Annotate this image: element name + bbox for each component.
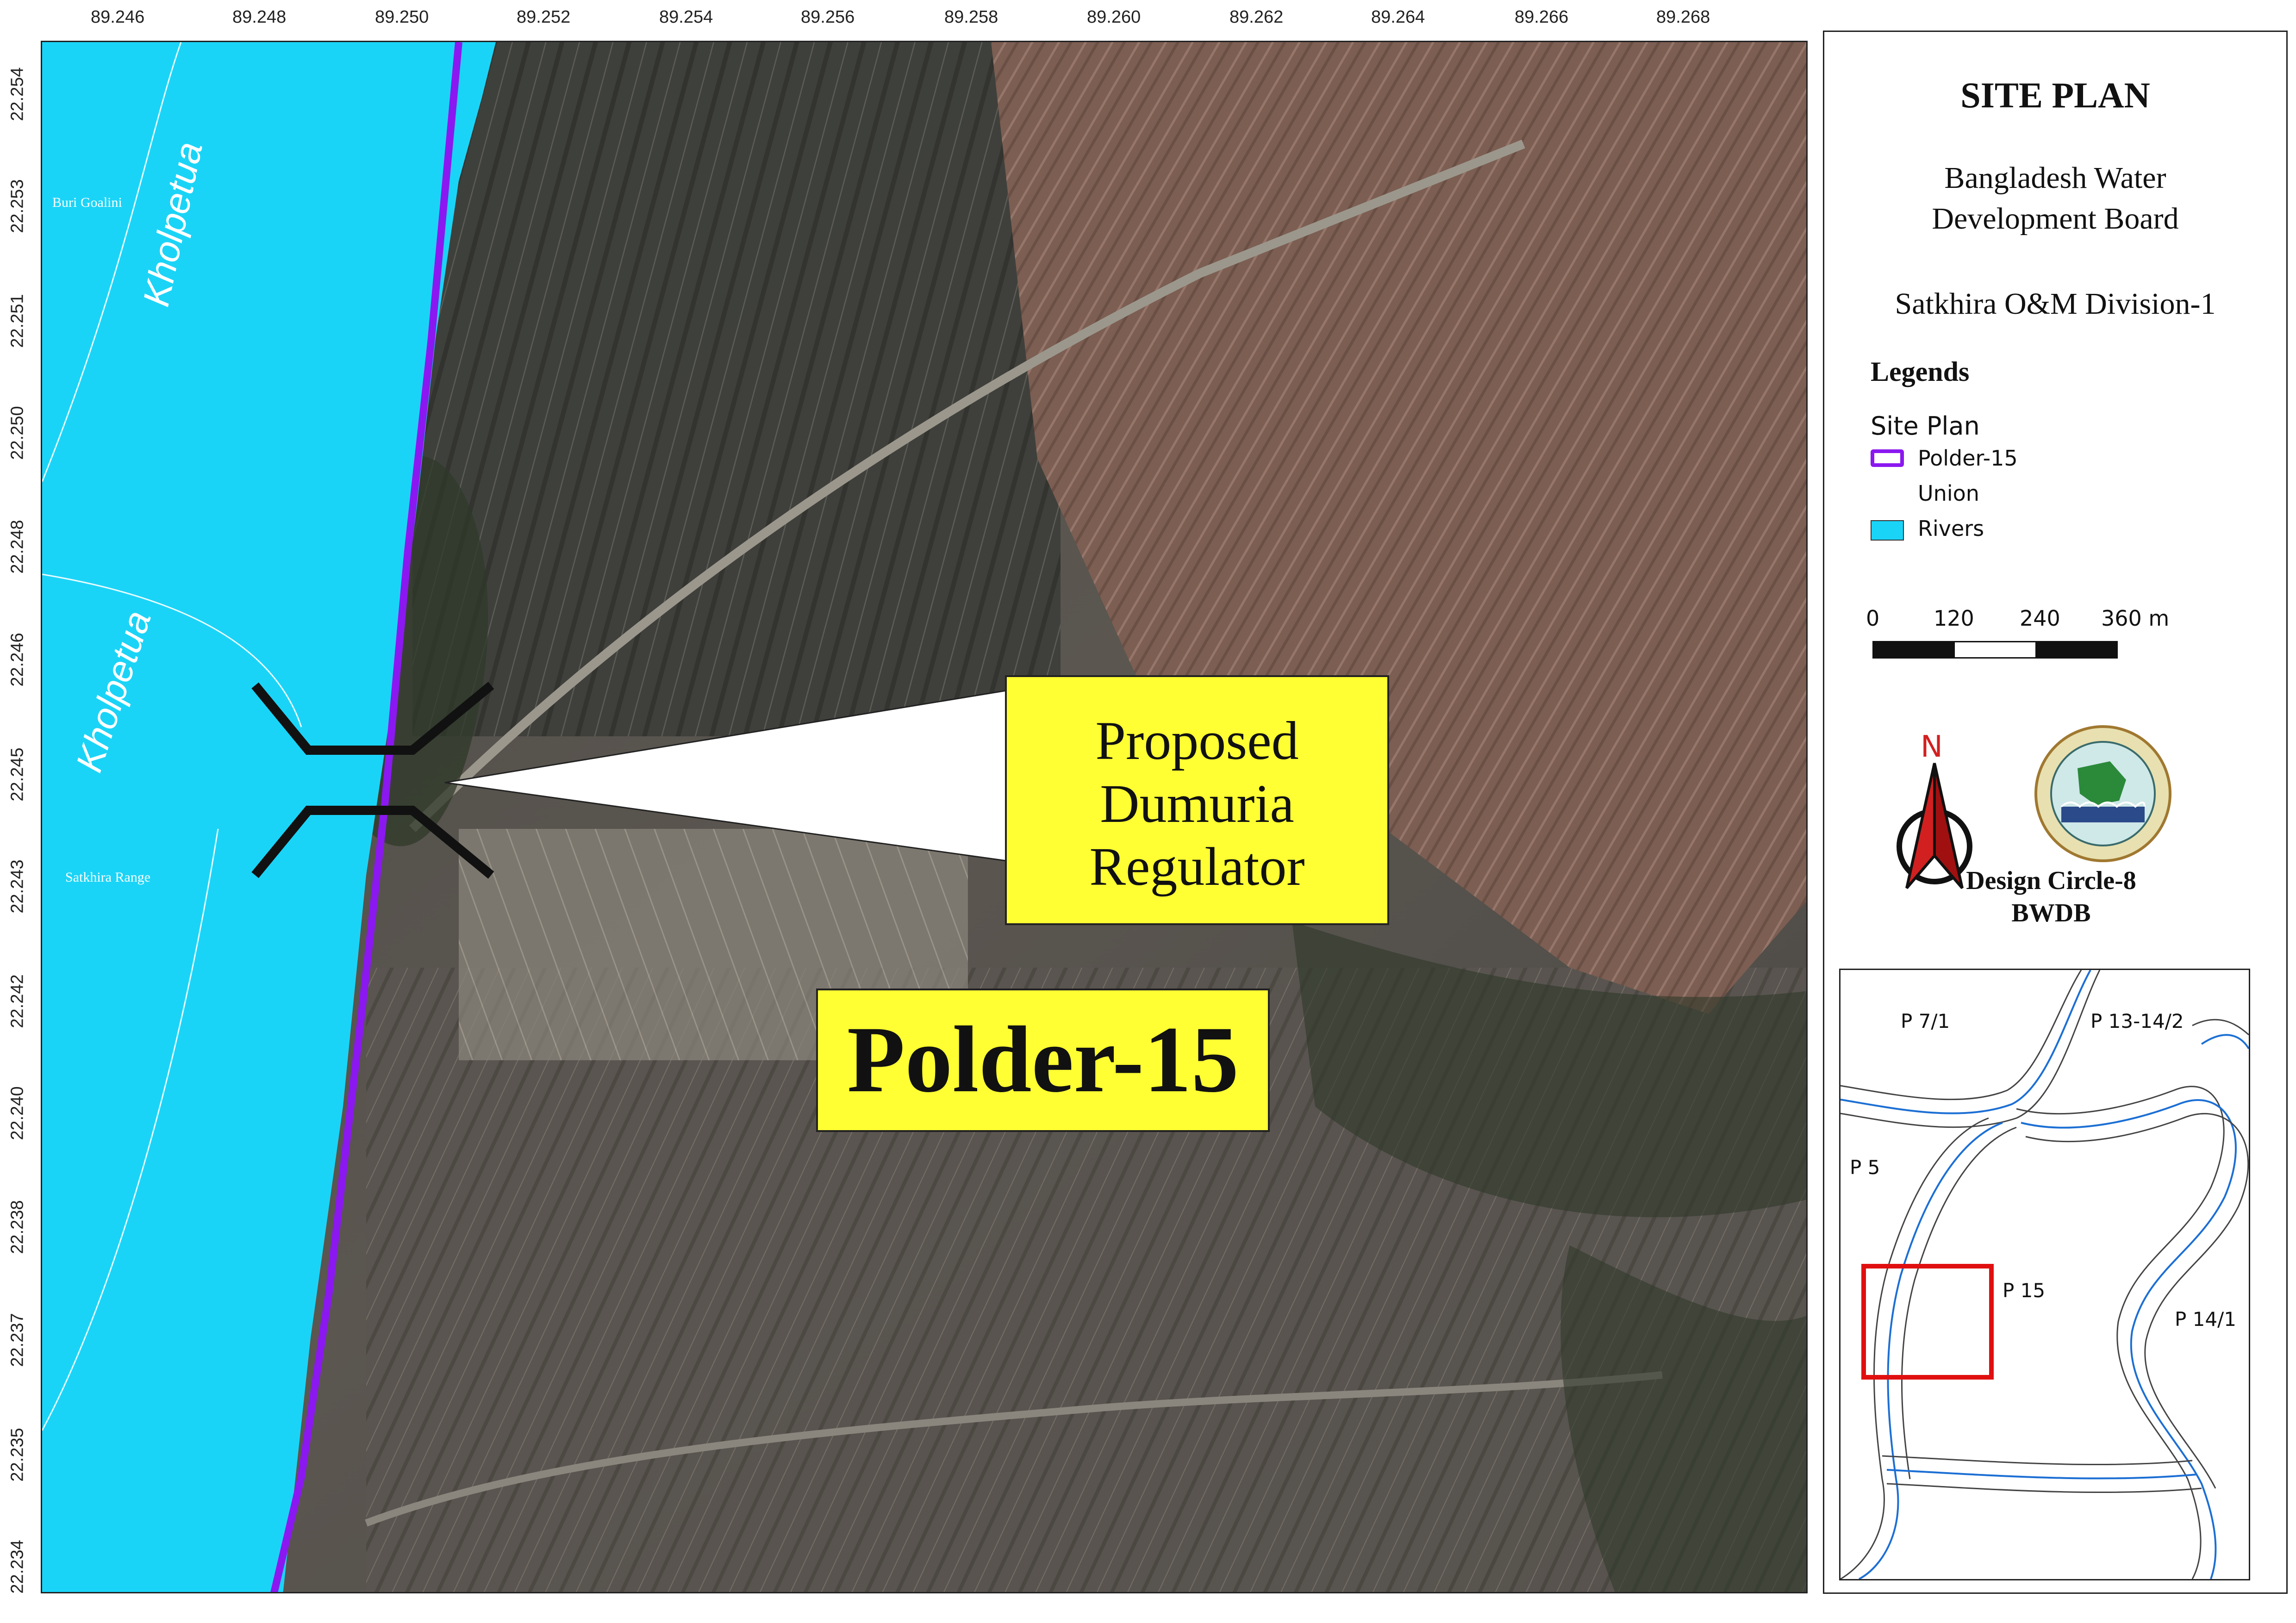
scale-label: 360 m: [2101, 606, 2170, 631]
x-tick-label: 89.252: [517, 7, 571, 27]
scale-bar: [1872, 641, 2118, 659]
location-inset-map: P 7/1 P 13-14/2 P 5 P 15 P 14/1: [1839, 969, 2250, 1580]
label-buri-goalini: Buri Goalini: [52, 195, 122, 210]
y-tick-label: 22.253: [7, 179, 27, 233]
y-tick-label: 22.237: [7, 1313, 27, 1367]
x-tick-label: 89.264: [1371, 7, 1425, 27]
legend-label-polder-15: Polder-15: [1918, 446, 2018, 471]
bwdb-logo-icon: [2034, 725, 2171, 862]
inset-label: P 7/1: [1901, 1010, 1950, 1032]
north-fields: [412, 42, 1061, 736]
inset-label: P 13-14/2: [2090, 1010, 2184, 1032]
y-tick-label: 22.246: [7, 633, 27, 687]
y-tick-label: 22.248: [7, 520, 27, 574]
x-tick-label: 89.268: [1656, 7, 1710, 27]
y-tick-label: 22.254: [7, 67, 27, 121]
y-tick-label: 22.235: [7, 1428, 27, 1482]
y-tick-label: 22.251: [7, 294, 27, 348]
x-tick-label: 89.250: [375, 7, 429, 27]
inset-label: P 5: [1850, 1156, 1880, 1179]
inset-map-graphic: [1841, 970, 2249, 1579]
legends-heading: Legends: [1871, 356, 1970, 387]
label-satkhira-range: Satkhira Range: [65, 870, 151, 885]
x-tick-label: 89.248: [232, 7, 287, 27]
y-tick-label: 22.242: [7, 974, 27, 1028]
x-tick-label: 89.246: [91, 7, 145, 27]
map-page: Kholpetua Kholpetua Buri Goalini Satkhir…: [0, 0, 2296, 1623]
polder-label: Polder-15: [816, 989, 1270, 1132]
y-tick-label: 22.234: [7, 1540, 27, 1594]
x-tick-label: 89.260: [1087, 7, 1141, 27]
org-name-line-2: Development Board: [1932, 202, 2179, 236]
credit-line-1: Design Circle-8: [1966, 866, 2136, 895]
x-tick-label: 89.258: [944, 7, 998, 27]
callout-line-3: Regulator: [1089, 836, 1305, 897]
satellite-map: [42, 42, 1806, 1592]
legend-label-rivers: Rivers: [1918, 516, 1984, 541]
org-name-line-1: Bangladesh Water: [1944, 161, 2166, 195]
callout-line-1: Proposed: [1095, 710, 1299, 771]
credit-line-2: BWDB: [2011, 899, 2091, 927]
legend-label-union: Union: [1918, 481, 1979, 506]
y-tick-label: 22.243: [7, 859, 27, 914]
regulator-callout: Proposed Dumuria Regulator: [1005, 675, 1389, 925]
legend-swatch-rivers: [1871, 520, 1904, 541]
inset-label: P 14/1: [2175, 1308, 2236, 1331]
x-tick-label: 89.266: [1515, 7, 1569, 27]
site-plan-title: SITE PLAN: [1960, 75, 2150, 115]
legend-panel: SITE PLAN Bangladesh Water Development B…: [1823, 31, 2288, 1594]
site-location-box: [1861, 1264, 1994, 1380]
y-tick-label: 22.245: [7, 747, 27, 802]
callout-line-2: Dumuria: [1100, 773, 1294, 834]
legend-swatch-polder: [1871, 449, 1904, 467]
x-tick-label: 89.254: [659, 7, 713, 27]
scale-label: 240: [2020, 606, 2060, 631]
x-tick-label: 89.262: [1229, 7, 1284, 27]
y-tick-label: 22.250: [7, 406, 27, 460]
y-tick-label: 22.240: [7, 1086, 27, 1140]
y-tick-label: 22.238: [7, 1200, 27, 1254]
x-tick-label: 89.256: [801, 7, 855, 27]
scale-label: 0: [1866, 606, 1880, 631]
division-name: Satkhira O&M Division-1: [1895, 287, 2216, 321]
scale-label: 120: [1934, 606, 1974, 631]
legend-group-site-plan: Site Plan: [1871, 411, 1980, 441]
inset-label: P 15: [2003, 1279, 2046, 1302]
map-frame: Kholpetua Kholpetua Buri Goalini Satkhir…: [41, 41, 1808, 1593]
